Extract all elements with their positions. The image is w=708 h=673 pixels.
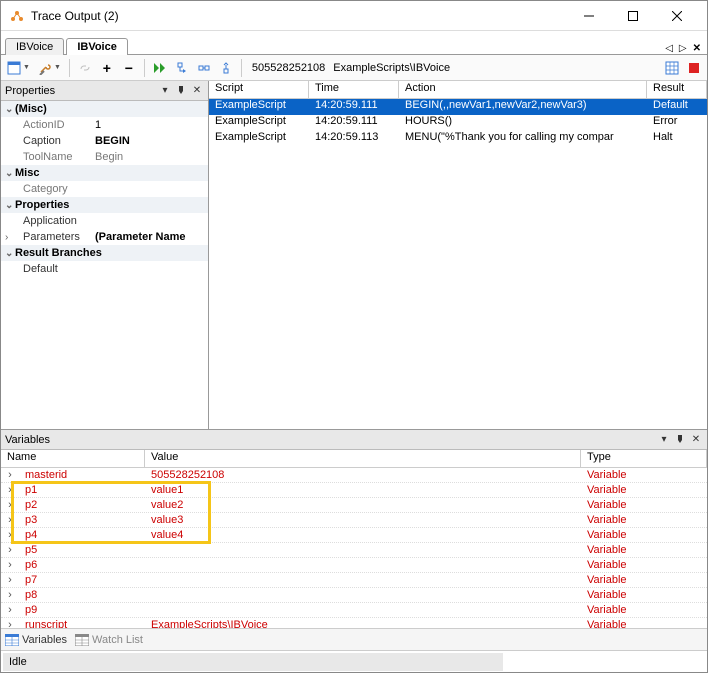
view-dropdown-button[interactable]: ▼ bbox=[5, 58, 32, 78]
bottom-tabs: Variables Watch List bbox=[1, 628, 707, 650]
panel-menu-icon[interactable]: ▾ bbox=[158, 84, 172, 98]
variables-icon bbox=[5, 634, 19, 646]
col-action[interactable]: Action bbox=[399, 81, 647, 98]
grid-button[interactable] bbox=[663, 58, 681, 78]
trace-row[interactable]: ExampleScript14:20:59.113MENU("%Thank yo… bbox=[209, 131, 707, 147]
col-result[interactable]: Result bbox=[647, 81, 707, 98]
trace-panel: Script Time Action Result ExampleScript1… bbox=[209, 81, 707, 429]
vars-pin-icon[interactable] bbox=[673, 433, 687, 447]
variable-row[interactable]: ›p8Variable bbox=[1, 588, 707, 603]
prop-default-name: Default bbox=[15, 263, 95, 275]
prop-toolname-value[interactable]: Begin bbox=[95, 151, 208, 163]
group-misc[interactable]: (Misc) bbox=[15, 103, 47, 115]
prop-toolname-name: ToolName bbox=[15, 151, 95, 163]
expand-icon[interactable]: › bbox=[5, 232, 15, 243]
variable-row[interactable]: ›p7Variable bbox=[1, 573, 707, 588]
tab-watch-list[interactable]: Watch List bbox=[75, 634, 143, 646]
status-text: Idle bbox=[3, 653, 503, 671]
prop-caption-name: Caption bbox=[15, 135, 95, 147]
variables-panel: Variables ▾ ✕ Name Value Type ›masterid5… bbox=[1, 429, 707, 628]
prop-parameters-value[interactable]: (Parameter Name bbox=[95, 231, 208, 243]
col-var-name[interactable]: Name bbox=[1, 450, 145, 467]
title-bar: Trace Output (2) bbox=[1, 1, 707, 31]
prop-actionid-name: ActionID bbox=[15, 119, 95, 131]
status-bar: Idle bbox=[1, 650, 707, 672]
maximize-button[interactable] bbox=[611, 2, 655, 30]
tab-next-icon[interactable]: ▷ bbox=[677, 43, 689, 54]
main-toolbar: ▼ ▼ + − 505528252108 ExampleScripts\IBVo… bbox=[1, 55, 707, 81]
record-button[interactable] bbox=[685, 58, 703, 78]
tab-ibvoice-1[interactable]: IBVoice bbox=[5, 38, 64, 55]
properties-title: Properties bbox=[5, 85, 156, 97]
col-script[interactable]: Script bbox=[209, 81, 309, 98]
tab-prev-icon[interactable]: ◁ bbox=[663, 43, 675, 54]
col-time[interactable]: Time bbox=[309, 81, 399, 98]
panel-close-icon[interactable]: ✕ bbox=[190, 84, 204, 98]
tab-ibvoice-2[interactable]: IBVoice bbox=[66, 38, 128, 55]
tab-bar: IBVoice IBVoice ◁ ▷ ✕ bbox=[1, 31, 707, 55]
trace-row[interactable]: ExampleScript14:20:59.111HOURS()Error bbox=[209, 115, 707, 131]
variable-row[interactable]: ›p1value1Variable bbox=[1, 483, 707, 498]
col-var-type[interactable]: Type bbox=[581, 450, 707, 467]
properties-panel: Properties ▾ ✕ ⌄(Misc) ActionID1 Caption… bbox=[1, 81, 209, 429]
trace-body[interactable]: ExampleScript14:20:59.111BEGIN(,,newVar1… bbox=[209, 99, 707, 147]
prop-application-name: Application bbox=[15, 215, 95, 227]
variable-row[interactable]: ›p6Variable bbox=[1, 558, 707, 573]
tab-close-icon[interactable]: ✕ bbox=[691, 43, 703, 54]
step-out-button[interactable] bbox=[217, 58, 235, 78]
step-over-button[interactable] bbox=[195, 58, 213, 78]
run-button[interactable] bbox=[151, 58, 169, 78]
close-button[interactable] bbox=[655, 2, 699, 30]
group-properties[interactable]: Properties bbox=[15, 199, 69, 211]
prop-actionid-value[interactable]: 1 bbox=[95, 119, 208, 131]
add-button[interactable]: + bbox=[98, 58, 116, 78]
tools-dropdown-button[interactable]: ▼ bbox=[36, 58, 63, 78]
watch-icon bbox=[75, 634, 89, 646]
variable-row[interactable]: ›p4value4Variable bbox=[1, 528, 707, 543]
variable-row[interactable]: ›runscriptExampleScripts\IBVoiceVariable bbox=[1, 618, 707, 628]
step-into-button[interactable] bbox=[173, 58, 191, 78]
variable-row[interactable]: ›masterid505528252108Variable bbox=[1, 468, 707, 483]
window-title: Trace Output (2) bbox=[31, 9, 567, 23]
tab-variables[interactable]: Variables bbox=[5, 634, 67, 646]
property-grid[interactable]: ⌄(Misc) ActionID1 CaptionBEGIN ToolNameB… bbox=[1, 101, 208, 429]
prop-category-name: Category bbox=[15, 183, 95, 195]
remove-button[interactable]: − bbox=[120, 58, 138, 78]
group-result[interactable]: Result Branches bbox=[15, 247, 102, 259]
variable-row[interactable]: ›p2value2Variable bbox=[1, 498, 707, 513]
prop-caption-value[interactable]: BEGIN bbox=[95, 135, 208, 147]
variables-body[interactable]: ›masterid505528252108Variable›p1value1Va… bbox=[1, 468, 707, 628]
trace-row[interactable]: ExampleScript14:20:59.111BEGIN(,,newVar1… bbox=[209, 99, 707, 115]
script-path: ExampleScripts\IBVoice bbox=[333, 62, 450, 74]
prop-parameters-name: Parameters bbox=[15, 231, 95, 243]
variable-row[interactable]: ›p5Variable bbox=[1, 543, 707, 558]
group-misc2[interactable]: Misc bbox=[15, 167, 39, 179]
trace-header: Script Time Action Result bbox=[209, 81, 707, 99]
variables-title: Variables bbox=[5, 434, 655, 446]
variable-row[interactable]: ›p9Variable bbox=[1, 603, 707, 618]
variable-row[interactable]: ›p3value3Variable bbox=[1, 513, 707, 528]
app-icon bbox=[9, 8, 25, 24]
pin-icon[interactable] bbox=[174, 84, 188, 98]
minimize-button[interactable] bbox=[567, 2, 611, 30]
vars-close-icon[interactable]: ✕ bbox=[689, 433, 703, 447]
link-button[interactable] bbox=[76, 58, 94, 78]
session-id: 505528252108 bbox=[252, 62, 325, 74]
vars-menu-icon[interactable]: ▾ bbox=[657, 433, 671, 447]
variables-header: Name Value Type bbox=[1, 450, 707, 468]
col-var-value[interactable]: Value bbox=[145, 450, 581, 467]
